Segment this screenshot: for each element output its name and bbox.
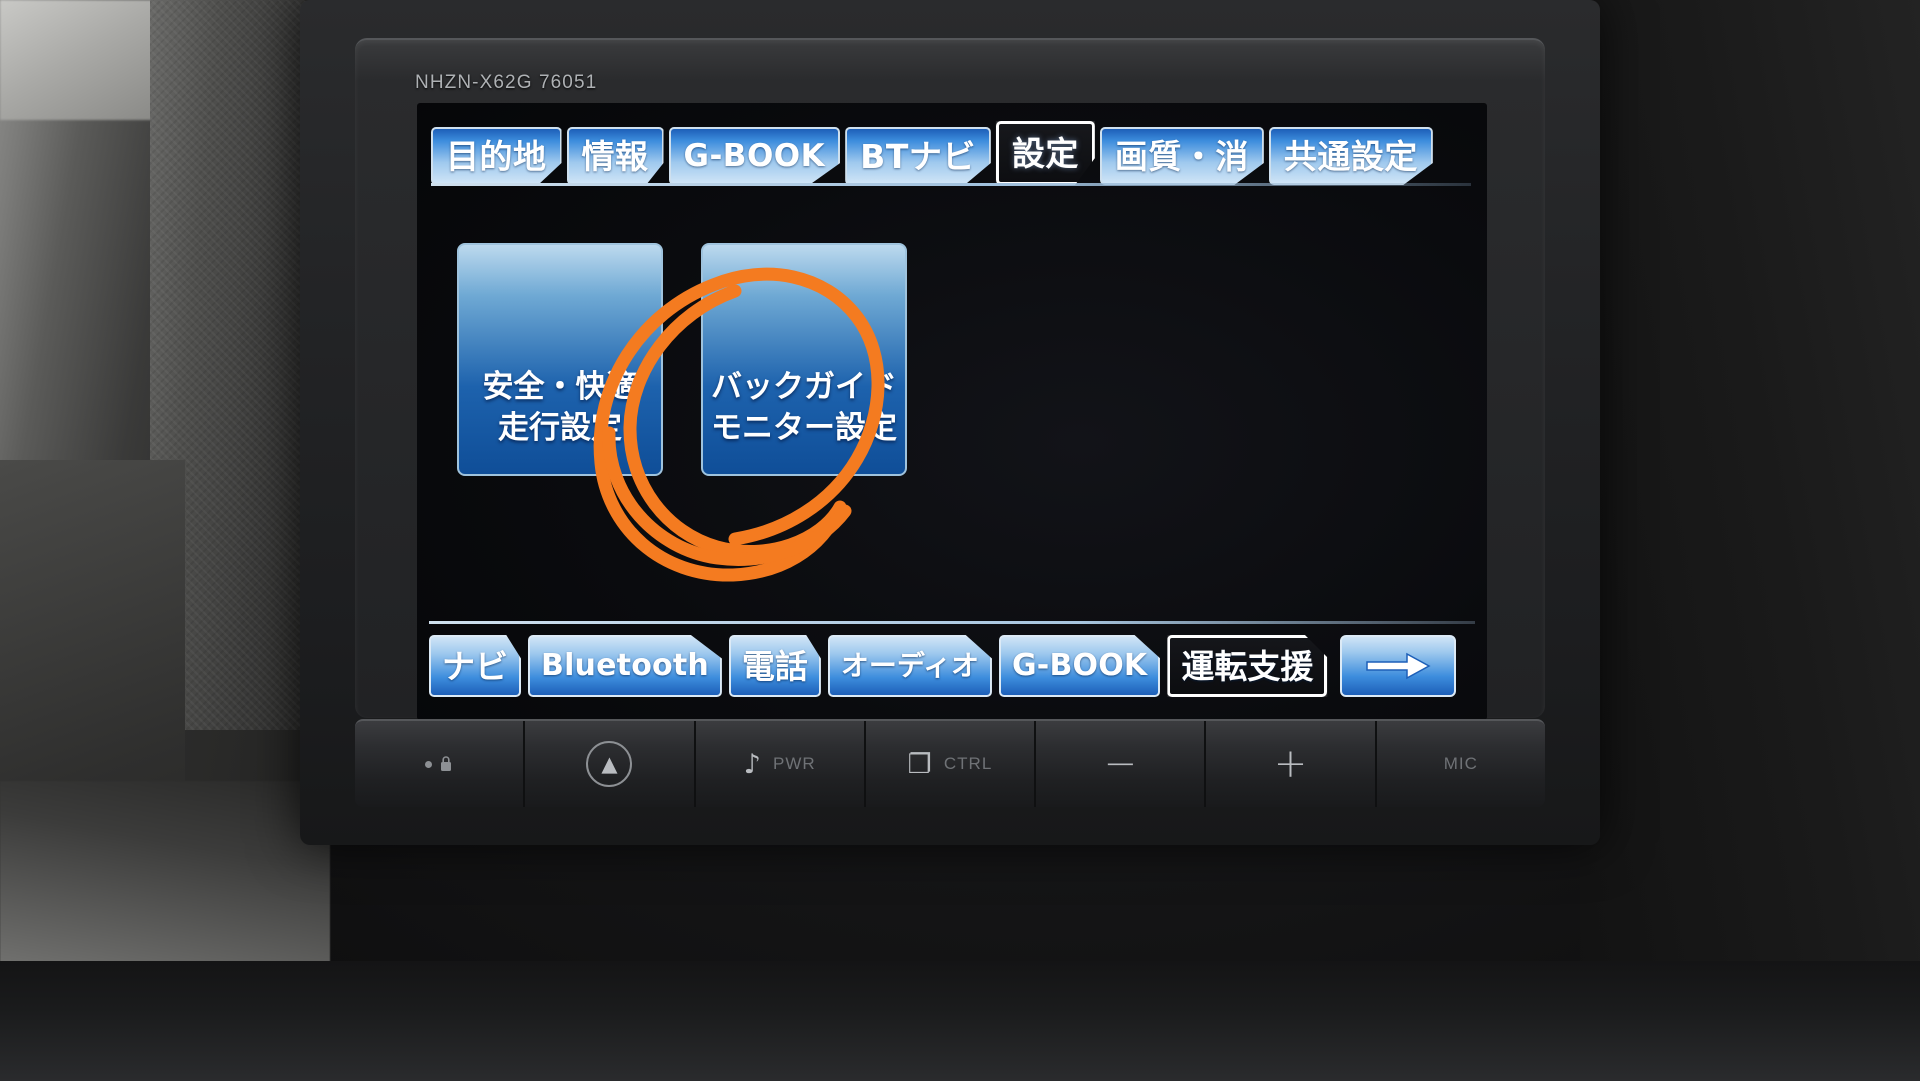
dashboard-right-trim bbox=[1580, 0, 1920, 1081]
hw-volume-up-cell[interactable]: + bbox=[1206, 721, 1377, 807]
minus-icon: − bbox=[1103, 741, 1138, 787]
tab-label: 情報 bbox=[581, 136, 649, 176]
padlock-glyph bbox=[441, 756, 452, 771]
arrow-right-icon bbox=[1366, 652, 1431, 680]
tab-2[interactable]: G-BOOK bbox=[668, 127, 841, 185]
tab-label: 目的地 bbox=[446, 136, 547, 176]
source-button-label: 電話 bbox=[741, 646, 808, 686]
next-page-button[interactable] bbox=[1340, 635, 1457, 697]
source-button-2[interactable]: 電話 bbox=[728, 635, 821, 697]
hw-label-mic: MIC bbox=[1443, 754, 1478, 773]
source-button-3[interactable]: オーディオ bbox=[827, 635, 992, 697]
tab-label: 画質・消 bbox=[1114, 136, 1249, 176]
source-button-0[interactable]: ナビ bbox=[429, 635, 521, 697]
source-button-label: オーディオ bbox=[840, 649, 979, 682]
source-button-label: ナビ bbox=[442, 646, 508, 686]
hw-label-ctrl: CTRL bbox=[943, 754, 993, 773]
source-button-5[interactable]: 運転支援 bbox=[1167, 635, 1328, 697]
hw-power-cell[interactable]: ♪ PWR bbox=[696, 721, 866, 807]
source-button-label: G-BOOK bbox=[1011, 648, 1148, 683]
source-bar: ナビ Bluetooth 電話 オーディオ G-BOOK 運転支援 bbox=[429, 630, 1475, 702]
settings-menu-button-1[interactable]: バックガイド モニター設定 bbox=[701, 243, 907, 476]
eject-disc-icon: ▲ bbox=[586, 741, 633, 787]
plus-icon: + bbox=[1273, 741, 1308, 787]
tab-label: 共通設定 bbox=[1283, 136, 1418, 176]
hw-label-pwr: PWR bbox=[772, 754, 816, 773]
source-button-1[interactable]: Bluetooth bbox=[528, 635, 722, 697]
settings-menu-button-0[interactable]: 安全・快適 走行設定 bbox=[457, 243, 663, 476]
hw-mic-cell[interactable]: MIC bbox=[1377, 721, 1545, 807]
tab-4[interactable]: 設定 bbox=[995, 121, 1095, 185]
screen-icon: ❐ bbox=[907, 748, 932, 780]
music-note-icon: ♪ bbox=[743, 748, 761, 780]
hw-ctrl-cell[interactable]: ❐ CTRL bbox=[866, 721, 1037, 807]
hw-lock-cell[interactable] bbox=[355, 721, 526, 807]
tab-label: 設定 bbox=[1011, 133, 1079, 173]
lcd-screen[interactable]: 目的地 情報 G-BOOK BTナビ 設定 画質・消 共通設定 安全・快適 走行設定 バックガ… bbox=[417, 103, 1487, 720]
tab-label: BTナビ bbox=[860, 136, 976, 176]
lock-icon bbox=[425, 755, 453, 773]
hardware-control-strip: ▲ ♪ PWR ❐ CTRL − + MIC bbox=[355, 719, 1545, 807]
settings-menu-grid: 安全・快適 走行設定 バックガイド モニター設定 bbox=[457, 243, 1447, 593]
tab-label: G-BOOK bbox=[683, 137, 826, 174]
source-button-label: 運転支援 bbox=[1181, 646, 1314, 686]
cabin-floor bbox=[0, 961, 1920, 1081]
tab-1[interactable]: 情報 bbox=[566, 127, 664, 185]
tab-5[interactable]: 画質・消 bbox=[1099, 127, 1264, 185]
car-interior-scene: NHZN-X62G 76051 目的地 情報 G-BOOK BTナビ 設定 画質・消 共通設… bbox=[0, 0, 1920, 1081]
hw-eject-cell[interactable]: ▲ bbox=[525, 721, 696, 807]
tab-3[interactable]: BTナビ bbox=[845, 127, 991, 185]
tab-6[interactable]: 共通設定 bbox=[1268, 127, 1433, 185]
bottom-bar-divider bbox=[429, 621, 1475, 624]
model-number-label: NHZN-X62G 76051 bbox=[415, 72, 598, 93]
tab-bar: 目的地 情報 G-BOOK BTナビ 設定 画質・消 共通設定 bbox=[431, 119, 1471, 185]
source-button-label: Bluetooth bbox=[541, 648, 709, 683]
tab-bar-underline bbox=[431, 183, 1471, 186]
navigation-head-unit: NHZN-X62G 76051 目的地 情報 G-BOOK BTナビ 設定 画質・消 共通設… bbox=[300, 0, 1600, 845]
source-button-4[interactable]: G-BOOK bbox=[998, 635, 1161, 697]
hw-volume-down-cell[interactable]: − bbox=[1036, 721, 1207, 807]
tab-0[interactable]: 目的地 bbox=[431, 127, 562, 185]
